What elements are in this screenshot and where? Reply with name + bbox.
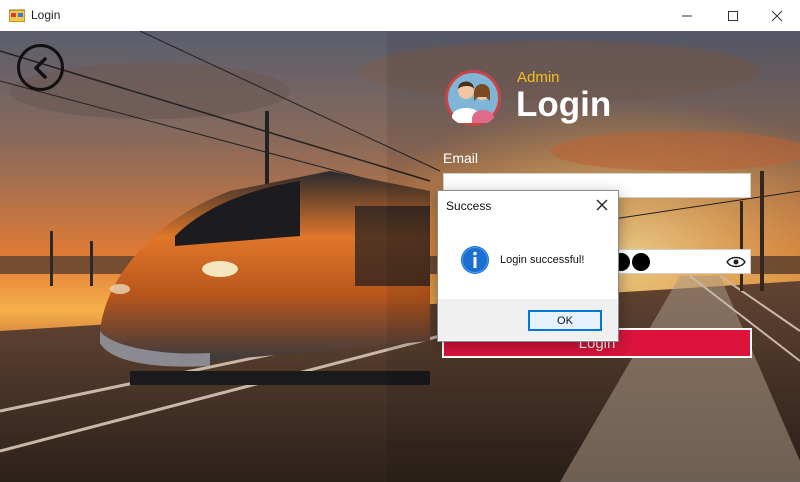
maximize-button[interactable]: [710, 0, 756, 31]
admin-avatar-icon: [445, 70, 501, 126]
dialog-footer: OK: [438, 299, 618, 340]
page-title: Login: [516, 85, 612, 124]
email-label: Email: [443, 150, 479, 166]
ok-button[interactable]: OK: [528, 310, 602, 331]
dialog-titlebar: Success: [438, 191, 618, 220]
back-arrow-icon: [33, 56, 47, 79]
password-dot: [632, 253, 650, 271]
close-icon: [596, 199, 608, 211]
success-dialog: Success Login successful! OK: [437, 190, 619, 342]
close-window-button[interactable]: [754, 0, 800, 31]
eye-icon[interactable]: [726, 254, 746, 270]
maximize-icon: [728, 10, 738, 21]
minimize-button[interactable]: [664, 0, 710, 31]
dialog-close-button[interactable]: [592, 195, 612, 215]
login-form-area: Admin Login Email Login Success Login su…: [0, 31, 800, 482]
window-title: Login: [31, 8, 61, 22]
minimize-icon: [682, 15, 692, 16]
close-icon: [771, 10, 783, 21]
back-button[interactable]: [17, 44, 64, 91]
role-label: Admin: [517, 69, 560, 86]
dialog-body: Login successful!: [438, 220, 618, 299]
app-icon: [9, 9, 25, 22]
info-icon: [461, 246, 489, 274]
window-titlebar: Login: [0, 0, 800, 32]
dialog-title: Success: [446, 199, 492, 213]
dialog-message: Login successful!: [500, 254, 585, 266]
